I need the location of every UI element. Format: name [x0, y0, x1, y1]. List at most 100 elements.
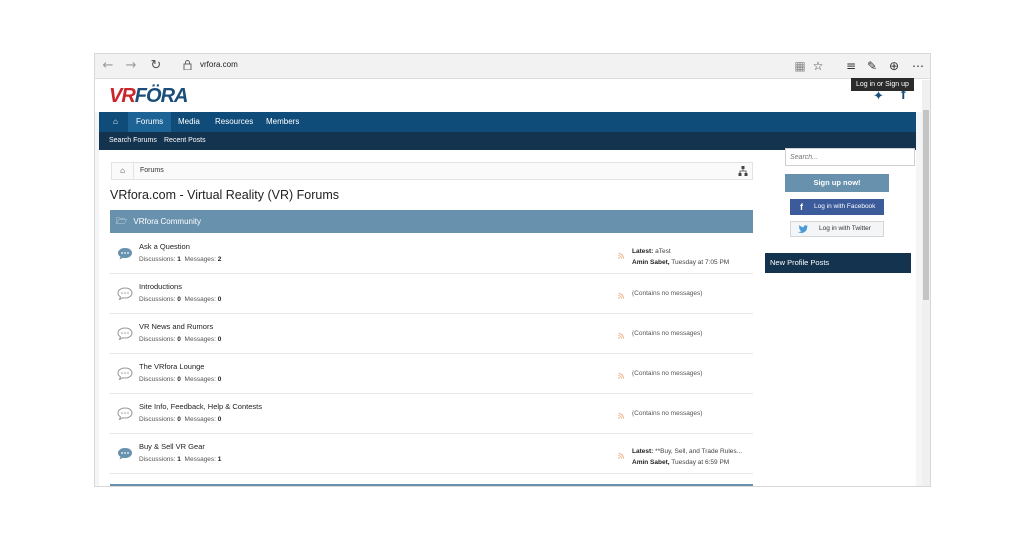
latest-title[interactable]: aTest — [655, 248, 671, 255]
browser-window: ← → ↻ vrfora.com ▦ ☆ ≡ ✎ ⊕ ⋯ Log in or S… — [94, 53, 931, 487]
browser-toolbar: ← → ↻ vrfora.com ▦ ☆ ≡ ✎ ⊕ ⋯ — [95, 54, 930, 79]
recent-posts-link[interactable]: Recent Posts — [164, 132, 206, 150]
forum-title[interactable]: Site Info, Feedback, Help & Contests — [139, 402, 262, 411]
facebook-login-button[interactable]: f Log in with Facebook — [790, 199, 884, 215]
forum-node: The VRfora Lounge Discussions: 0 Message… — [110, 354, 753, 394]
forum-stats: Discussions: 0 Messages: 0 — [139, 336, 221, 343]
forum-title[interactable]: The VRfora Lounge — [139, 362, 204, 371]
tab-forums[interactable]: Forums — [128, 112, 172, 132]
messages-label: Messages: — [184, 456, 216, 463]
rss-icon[interactable] — [618, 253, 624, 259]
discussions-count: 1 — [177, 256, 181, 263]
more-icon[interactable]: ⋯ — [910, 58, 926, 74]
discussions-label: Discussions: — [139, 336, 176, 343]
logo-vr: VR — [109, 85, 136, 107]
category-header[interactable]: 🗁 VRfora Community — [110, 210, 753, 233]
messages-label: Messages: — [184, 336, 216, 343]
home-icon[interactable]: ⌂ — [105, 112, 126, 132]
share-icon[interactable]: ⊕ — [886, 58, 902, 74]
signup-button[interactable]: Sign up now! — [785, 174, 889, 192]
discussions-label: Discussions: — [139, 416, 176, 423]
discussions-count: 0 — [177, 376, 181, 383]
no-messages-text: (Contains no messages) — [632, 330, 703, 337]
latest-time[interactable]: Tuesday at 6:59 PM — [671, 459, 729, 466]
rss-icon[interactable] — [618, 333, 624, 339]
messages-count: 0 — [217, 336, 222, 343]
sitemap-icon[interactable] — [738, 165, 748, 177]
latest-title[interactable]: **Buy, Sell, and Trade Rules... — [655, 448, 742, 455]
discussions-count: 0 — [177, 296, 181, 303]
page-title: VRfora.com - Virtual Reality (VR) Forums — [110, 188, 339, 202]
twitter-login-button[interactable]: Log in with Twitter — [790, 221, 884, 237]
new-profile-posts-header: New Profile Posts — [765, 253, 911, 273]
address-bar[interactable]: vrfora.com — [200, 60, 238, 69]
favorite-star-icon[interactable]: ☆ — [810, 58, 826, 74]
rss-icon[interactable] — [618, 413, 624, 419]
breadcrumb-home-icon[interactable]: ⌂ — [112, 163, 134, 179]
discussions-label: Discussions: — [139, 376, 176, 383]
discussions-count: 0 — [177, 336, 181, 343]
site-header: VRFÖRA ✦ f — [95, 80, 923, 112]
main-content: ⌂ Forums VRfora.com - Virtual Reality (V… — [99, 148, 916, 486]
breadcrumb-forums[interactable]: Forums — [140, 163, 164, 179]
discussions-label: Discussions: — [139, 296, 176, 303]
rss-icon[interactable] — [618, 293, 624, 299]
twitter-login-label: Log in with Twitter — [819, 225, 871, 232]
tab-media[interactable]: Media — [170, 112, 208, 132]
hub-icon[interactable]: ≡ — [843, 58, 859, 74]
no-messages-text: (Contains no messages) — [632, 410, 703, 417]
main-nav: ⌂ Forums Media Resources Members — [99, 112, 916, 132]
facebook-icon: f — [800, 202, 803, 212]
discussions-count: 0 — [177, 416, 181, 423]
scrollbar[interactable] — [922, 80, 930, 486]
search-input[interactable] — [785, 148, 915, 166]
speech-bubble-icon — [118, 248, 132, 260]
forum-stats: Discussions: 0 Messages: 0 — [139, 376, 221, 383]
web-page: VRFÖRA ✦ f ⌂ Forums Media Resources Memb… — [95, 80, 923, 486]
discussions-label: Discussions: — [139, 256, 176, 263]
messages-count: 0 — [217, 296, 222, 303]
refresh-icon[interactable]: ↻ — [147, 58, 165, 74]
web-note-icon[interactable]: ✎ — [864, 58, 880, 74]
rss-icon[interactable] — [618, 373, 624, 379]
search-forums-link[interactable]: Search Forums — [109, 132, 157, 150]
forum-title[interactable]: VR News and Rumors — [139, 322, 213, 331]
latest-time[interactable]: Tuesday at 7:05 PM — [671, 259, 729, 266]
forum-title[interactable]: Introductions — [139, 282, 182, 291]
forum-stats: Discussions: 0 Messages: 0 — [139, 416, 221, 423]
forum-node: Site Info, Feedback, Help & Contests Dis… — [110, 394, 753, 434]
forum-title[interactable]: Ask a Question — [139, 242, 190, 251]
tab-members[interactable]: Members — [258, 112, 307, 132]
scrollbar-thumb[interactable] — [923, 110, 929, 300]
twitter-icon — [798, 225, 808, 233]
back-icon[interactable]: ← — [99, 58, 117, 74]
rss-icon[interactable] — [618, 453, 624, 459]
forum-node: VR News and Rumors Discussions: 0 Messag… — [110, 314, 753, 354]
messages-label: Messages: — [184, 416, 216, 423]
next-category-header — [110, 484, 753, 486]
messages-label: Messages: — [184, 376, 216, 383]
forum-stats: Discussions: 1 Messages: 1 — [139, 456, 221, 463]
speech-bubble-outline-icon — [117, 367, 133, 380]
messages-label: Messages: — [184, 256, 216, 263]
lock-icon — [183, 60, 192, 70]
speech-bubble-icon — [118, 448, 132, 460]
forward-icon[interactable]: → — [122, 58, 140, 74]
no-messages-text: (Contains no messages) — [632, 370, 703, 377]
latest-label: Latest: — [632, 248, 654, 255]
category-title: VRfora Community — [133, 217, 201, 226]
site-logo[interactable]: VRFÖRA — [109, 85, 189, 108]
sidebar: Sign up now! f Log in with Facebook Log … — [761, 148, 915, 350]
latest-post: Latest: aTest Amin Sabet, Tuesday at 7:05… — [632, 246, 729, 268]
latest-user[interactable]: Amin Sabet, — [632, 259, 670, 266]
speech-bubble-outline-icon — [117, 407, 133, 420]
no-messages-text: (Contains no messages) — [632, 290, 703, 297]
forum-title[interactable]: Buy & Sell VR Gear — [139, 442, 205, 451]
forum-stats: Discussions: 0 Messages: 0 — [139, 296, 221, 303]
messages-count: 1 — [217, 456, 222, 463]
latest-user[interactable]: Amin Sabet, — [632, 459, 670, 466]
tab-resources[interactable]: Resources — [207, 112, 261, 132]
reading-view-icon[interactable]: ▦ — [792, 58, 808, 74]
logo-fora: FÖRA — [134, 85, 189, 107]
forum-node: Buy & Sell VR Gear Discussions: 1 Messag… — [110, 434, 753, 474]
